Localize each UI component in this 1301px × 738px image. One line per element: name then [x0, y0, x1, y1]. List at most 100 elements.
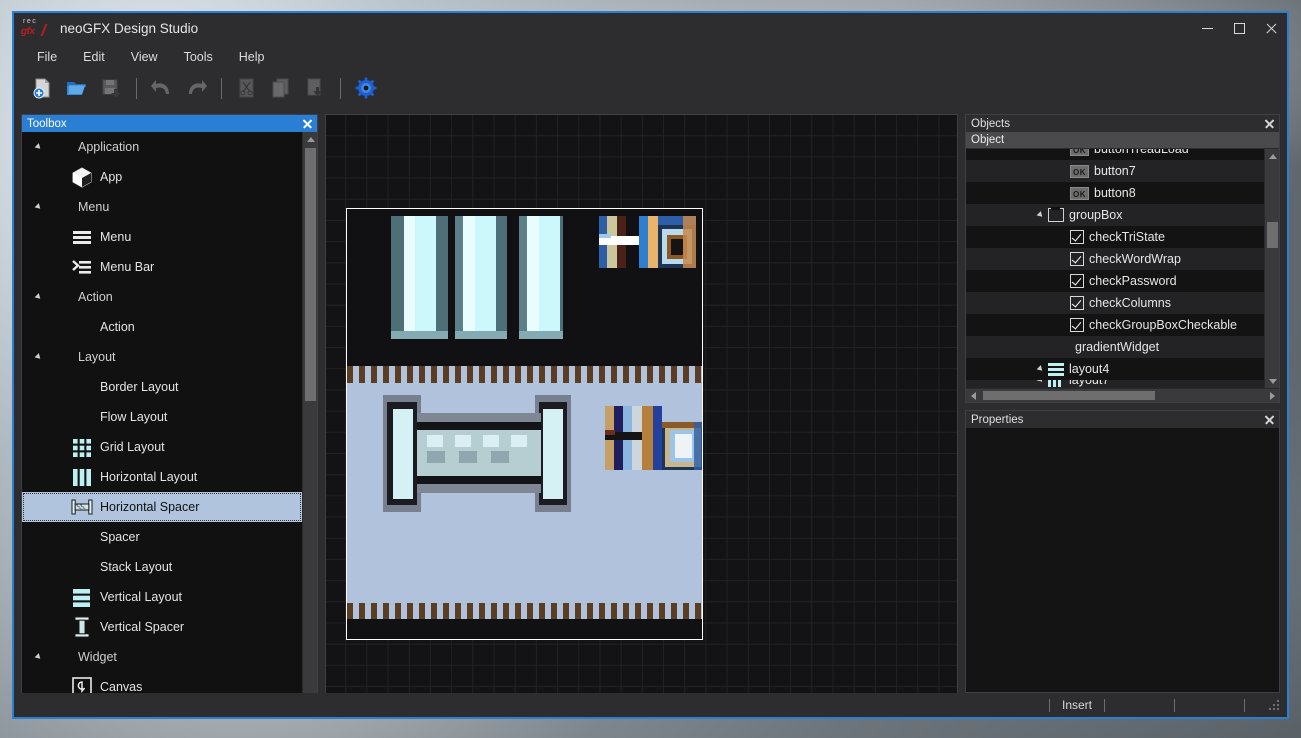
objects-scroll-right-button[interactable]: [1265, 389, 1279, 402]
toolbox-item-app[interactable]: App: [22, 162, 302, 192]
objects-scroll-down-button[interactable]: [1265, 374, 1280, 388]
resize-grip[interactable]: [1267, 698, 1281, 712]
objects-row-button7[interactable]: OK button7: [966, 160, 1264, 182]
horizontal-layout-icon: [68, 466, 96, 488]
expander-toggle[interactable]: [30, 203, 46, 211]
toolbox-item-action[interactable]: Action: [22, 312, 302, 342]
toolbox-item-vertical-spacer[interactable]: Vertical Spacer: [22, 612, 302, 642]
toolbox-item-grid-layout[interactable]: Grid Layout: [22, 432, 302, 462]
undo-icon: [151, 80, 169, 94]
save-button[interactable]: [96, 73, 126, 103]
ok-button-icon-slot: OK: [1070, 186, 1089, 200]
minimize-button[interactable]: [1191, 13, 1223, 44]
toolbox-item-horizontal-spacer[interactable]: Horizontal Spacer: [22, 492, 302, 522]
objects-row-label: checkPassword: [1089, 274, 1177, 288]
objects-row-button8[interactable]: OK button8: [966, 182, 1264, 204]
maximize-button[interactable]: [1223, 13, 1255, 44]
menu-bar: File Edit View Tools Help: [14, 44, 1287, 69]
toolbox-title-bar[interactable]: Toolbox: [22, 115, 317, 132]
expander-toggle[interactable]: [30, 143, 46, 151]
chevron-down-icon[interactable]: [1036, 211, 1045, 219]
objects-scroll-left-button[interactable]: [966, 389, 980, 402]
window-title-bar[interactable]: rec gfx neoGFX Design Studio: [14, 13, 1287, 44]
toolbox-item-layout[interactable]: Layout: [22, 342, 302, 372]
objects-column-header[interactable]: Object: [966, 132, 1279, 149]
toolbox-item-action[interactable]: Action: [22, 282, 302, 312]
toolbar-separator-3: [340, 77, 341, 99]
toolbox-item-vertical-layout[interactable]: Vertical Layout: [22, 582, 302, 612]
toolbox-item-border-layout[interactable]: Border Layout: [22, 372, 302, 402]
chevron-down-icon[interactable]: [1036, 380, 1045, 384]
toolbox-close-icon[interactable]: [300, 116, 315, 131]
toolbox-item-widget[interactable]: Widget: [22, 642, 302, 672]
toolbox-scroll-up-button[interactable]: [303, 132, 317, 146]
toolbox-item-list: Application App Menu Menu Menu Bar Action Acti…: [22, 132, 302, 702]
close-button[interactable]: [1255, 13, 1287, 44]
design-canvas[interactable]: [325, 114, 958, 703]
menu-item-view[interactable]: View: [118, 47, 171, 67]
redo-button[interactable]: [181, 73, 211, 103]
menu-item-help[interactable]: Help: [226, 47, 278, 67]
toolbox-item-label: Flow Layout: [100, 410, 168, 424]
properties-title-bar[interactable]: Properties: [966, 411, 1279, 428]
settings-button[interactable]: [351, 73, 381, 103]
objects-rows-wrapper: OK buttonTreadLoad OK button7 OK button8 group…: [966, 149, 1279, 388]
undo-button[interactable]: [147, 73, 177, 103]
menu-item-edit[interactable]: Edit: [70, 47, 118, 67]
expander-toggle[interactable]: [30, 293, 46, 301]
workspace: Toolbox Application App Menu Menu Menu Bar Ac…: [14, 107, 1287, 703]
toolbox-item-spacer[interactable]: Spacer: [22, 522, 302, 552]
objects-row-checkColumns[interactable]: checkColumns: [966, 292, 1264, 314]
settings-gear-icon: [355, 77, 377, 99]
objects-row-checkWordWrap[interactable]: checkWordWrap: [966, 248, 1264, 270]
open-folder-button[interactable]: [62, 73, 92, 103]
toolbox-item-stack-layout[interactable]: Stack Layout: [22, 552, 302, 582]
toolbox-item-horizontal-layout[interactable]: Horizontal Layout: [22, 462, 302, 492]
objects-row-groupBox[interactable]: groupBox: [966, 204, 1264, 226]
menu-item-file[interactable]: File: [24, 47, 70, 67]
objects-row-layout4[interactable]: layout4: [966, 358, 1264, 380]
menu-bar-icon: [72, 260, 91, 274]
menu-item-tools[interactable]: Tools: [171, 47, 226, 67]
vertical-layout-icon: [1048, 362, 1064, 376]
toolbox-item-application[interactable]: Application: [22, 132, 302, 162]
copy-button[interactable]: [266, 73, 296, 103]
toolbox-item-menu-bar[interactable]: Menu Bar: [22, 252, 302, 282]
toolbox-item-menu[interactable]: Menu: [22, 222, 302, 252]
toolbox-item-flow-layout[interactable]: Flow Layout: [22, 402, 302, 432]
toolbar-separator-2: [221, 77, 222, 99]
objects-hscroll-thumb[interactable]: [983, 391, 1155, 400]
objects-row-checkGroupBoxCheckable[interactable]: checkGroupBoxCheckable: [966, 314, 1264, 336]
toolbox-vertical-scrollbar[interactable]: [302, 132, 317, 702]
chevron-down-icon: [34, 353, 42, 361]
status-separator-1: [1048, 698, 1050, 712]
toolbox-item-menu[interactable]: Menu: [22, 192, 302, 222]
paste-button[interactable]: [300, 73, 330, 103]
expander-toggle[interactable]: [30, 353, 46, 361]
objects-scroll-thumb[interactable]: [1267, 222, 1278, 248]
objects-vertical-scrollbar[interactable]: [1264, 149, 1279, 388]
objects-row-layout7[interactable]: layout7: [966, 380, 1264, 388]
new-document-button[interactable]: [28, 73, 58, 103]
objects-row-label: buttonTreadLoad: [1094, 149, 1189, 156]
objects-close-icon[interactable]: [1262, 116, 1277, 131]
group-box-icon: [1048, 207, 1064, 222]
save-icon: [102, 79, 121, 98]
objects-scroll-up-button[interactable]: [1265, 149, 1280, 163]
expander-toggle[interactable]: [30, 653, 46, 661]
horizontal-spacer-drag-preview[interactable]: [346, 208, 703, 640]
objects-horizontal-scrollbar[interactable]: [966, 388, 1279, 402]
vertical-spacer-icon: [68, 616, 96, 638]
objects-row-gradientWidget[interactable]: gradientWidget: [966, 336, 1264, 358]
chevron-down-icon[interactable]: [1036, 365, 1045, 373]
toolbox-scroll-thumb[interactable]: [305, 148, 316, 401]
minimize-icon: [1201, 28, 1213, 29]
toolbox-item-label: Border Layout: [100, 380, 179, 394]
objects-title-bar[interactable]: Objects: [966, 115, 1279, 132]
objects-row-checkTriState[interactable]: checkTriState: [966, 226, 1264, 248]
cut-button[interactable]: [232, 73, 262, 103]
objects-row-buttonTreadLoad[interactable]: OK buttonTreadLoad: [966, 149, 1264, 160]
properties-close-icon[interactable]: [1262, 412, 1277, 427]
drag-preview-lower-region: [347, 383, 702, 603]
objects-row-checkPassword[interactable]: checkPassword: [966, 270, 1264, 292]
